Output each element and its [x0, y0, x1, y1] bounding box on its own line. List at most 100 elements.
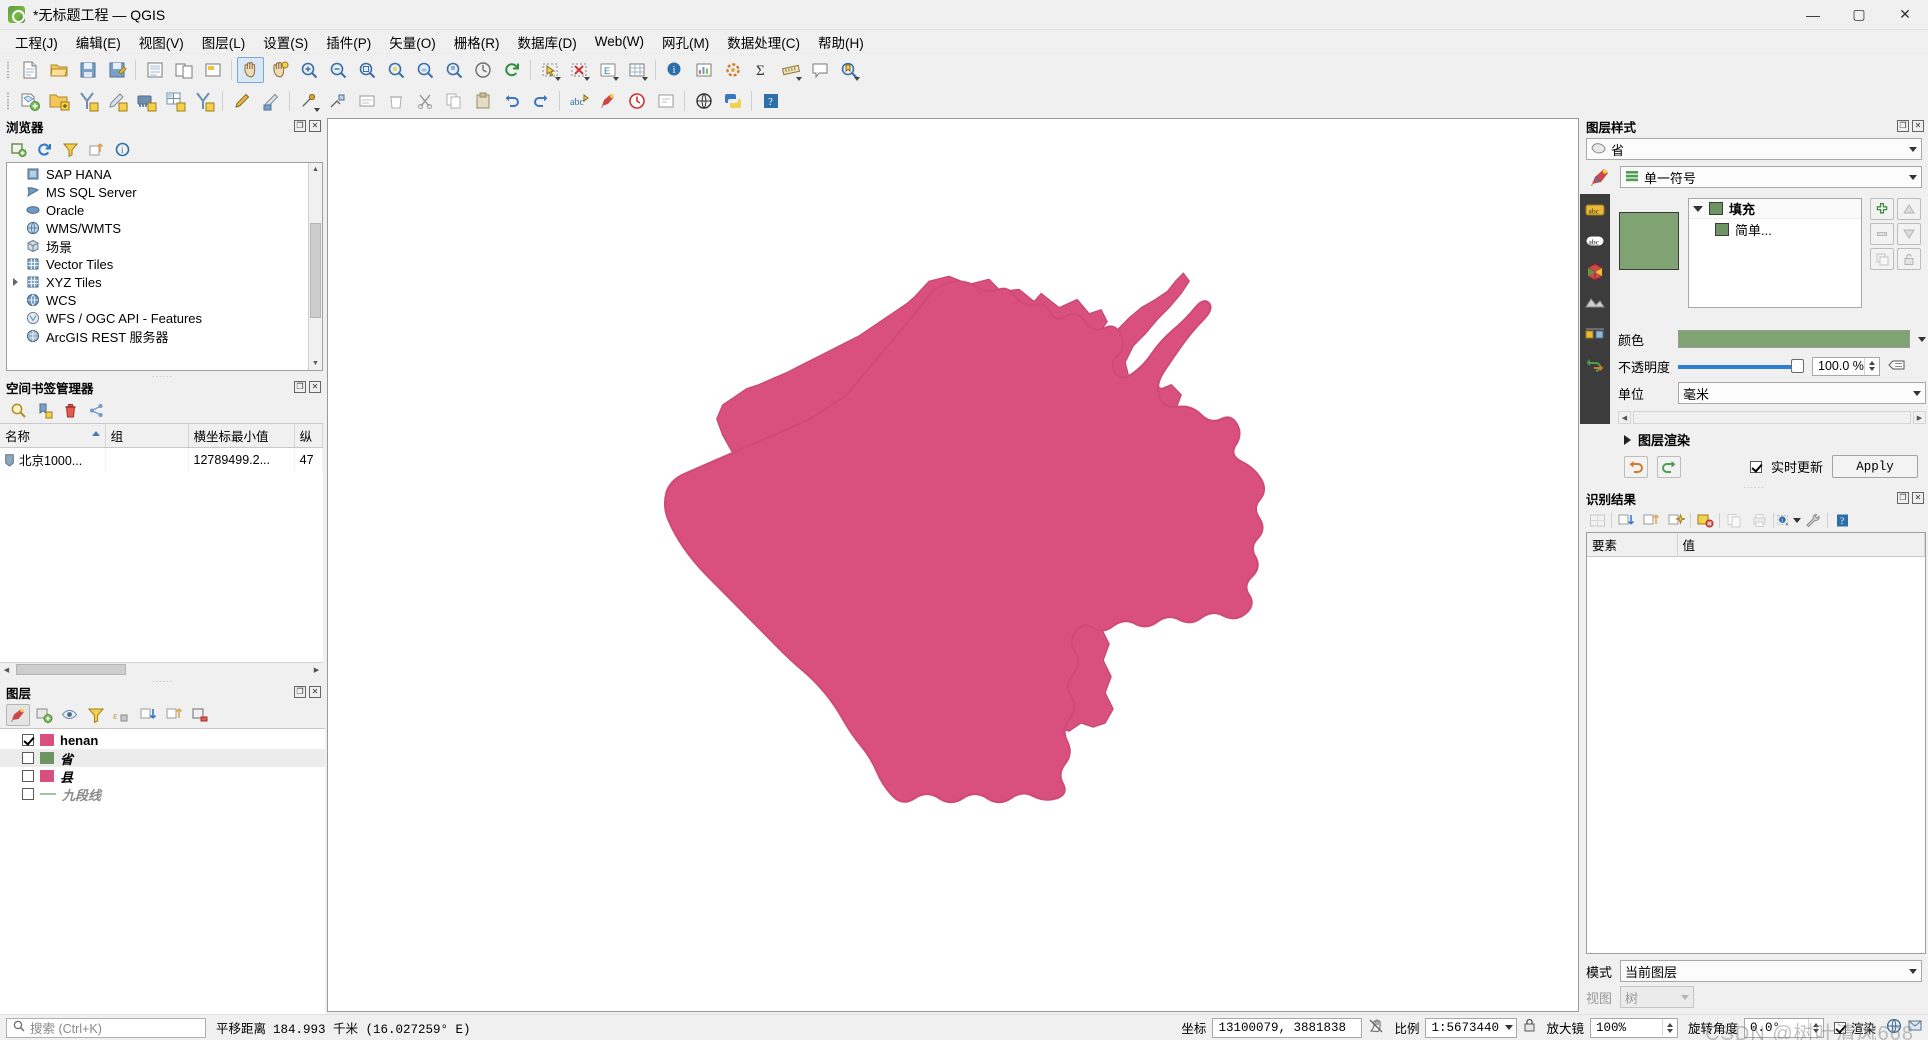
identify-float-button[interactable]: ❐	[1897, 492, 1909, 504]
rotation-spinbox[interactable]: 0.0°	[1743, 1017, 1824, 1038]
lock-icon[interactable]	[1897, 248, 1921, 270]
identify-close-button[interactable]: ✕	[1912, 492, 1924, 504]
menu-help[interactable]: 帮助(H)	[809, 29, 873, 55]
menu-project[interactable]: 工程(J)	[6, 29, 67, 55]
new-mesh-layer-button[interactable]	[132, 88, 159, 114]
select-value-tool-button[interactable]	[652, 88, 679, 114]
move-down-icon[interactable]	[1897, 223, 1921, 245]
color-dropdown-icon[interactable]	[1918, 336, 1926, 342]
crs-status[interactable]	[1886, 1018, 1922, 1038]
browser-item-ms-sql-server[interactable]: MS SQL Server	[7, 183, 306, 201]
browser-item-arcgis-rest[interactable]: ArcGIS REST 服务器	[7, 327, 306, 345]
select-features-button[interactable]	[536, 57, 563, 83]
scroll-left-icon[interactable]: ◀	[0, 663, 13, 676]
scroll-left-icon[interactable]: ◀	[1618, 411, 1631, 424]
chevron-down-icon[interactable]	[555, 76, 561, 81]
processing-toolbox-button[interactable]	[719, 57, 746, 83]
scale-combo[interactable]: 1:5673440	[1425, 1017, 1518, 1038]
refresh-map-button[interactable]	[498, 57, 525, 83]
move-up-icon[interactable]	[1897, 198, 1921, 220]
bookmarks-table[interactable]: 名称 组 横坐标最小值 纵 北京1000... 12789499.2... 47	[0, 424, 324, 472]
layer-visibility-checkbox[interactable]	[22, 788, 34, 800]
layer-row-nine-dash-line[interactable]: 九段线	[0, 785, 325, 803]
toggle-editing-button[interactable]	[228, 88, 255, 114]
settings-wrench-icon[interactable]	[1802, 510, 1824, 530]
osm-place-search-button[interactable]	[690, 88, 717, 114]
menu-mesh[interactable]: 网孔(M)	[653, 29, 718, 55]
symbol-layer-tree[interactable]: 填充 简单...	[1688, 198, 1862, 308]
map-canvas[interactable]	[327, 118, 1579, 1012]
zoom-out-button[interactable]	[324, 57, 351, 83]
coordinate-field[interactable]: 13100079, 3881838	[1212, 1017, 1363, 1038]
chevron-down-icon[interactable]	[1681, 994, 1690, 1000]
apply-button[interactable]: Apply	[1832, 455, 1918, 478]
statistical-summary-button[interactable]	[690, 57, 717, 83]
new-project-button[interactable]	[16, 57, 43, 83]
vertex-tool-button[interactable]	[324, 88, 351, 114]
bookmarks-float-button[interactable]: ❐	[294, 381, 306, 393]
add-symbol-layer-icon[interactable]	[1870, 198, 1894, 220]
history-icon[interactable]	[1584, 323, 1606, 345]
help-button[interactable]: ?	[757, 88, 784, 114]
styling-close-button[interactable]: ✕	[1912, 120, 1924, 132]
styling-float-button[interactable]: ❐	[1897, 120, 1909, 132]
new-spatialite-layer-button[interactable]	[74, 88, 101, 114]
new-shapefile-layer-button[interactable]	[16, 88, 43, 114]
delete-bookmark-icon[interactable]	[58, 399, 82, 421]
zoom-last-button[interactable]	[469, 57, 496, 83]
zoom-to-layer-button[interactable]	[411, 57, 438, 83]
view-combo[interactable]: 树	[1620, 986, 1695, 1008]
scrollbar-thumb[interactable]	[310, 223, 321, 318]
chevron-down-icon[interactable]	[796, 76, 802, 81]
spin-arrows[interactable]	[1863, 357, 1879, 375]
layer-visibility-checkbox[interactable]	[22, 734, 34, 746]
duplicate-icon[interactable]	[1870, 248, 1894, 270]
identify-mode-icon[interactable]: i	[1777, 510, 1801, 530]
expand-all-icon[interactable]	[1615, 510, 1637, 530]
column-value[interactable]: 值	[1677, 533, 1925, 557]
spin-arrows[interactable]	[1807, 1019, 1823, 1036]
browser-item-xyz-tiles[interactable]: XYZ Tiles	[7, 273, 306, 291]
menu-vector[interactable]: 矢量(O)	[380, 29, 445, 55]
add-layer-icon[interactable]	[6, 138, 30, 160]
opacity-slider[interactable]	[1678, 357, 1804, 375]
new-temporary-scratch-layer-button[interactable]	[103, 88, 130, 114]
labels-abc-icon[interactable]: abc	[1584, 199, 1606, 221]
column-ymin[interactable]: 纵	[294, 424, 324, 448]
coordinate-capture-icon[interactable]	[1368, 1018, 1384, 1038]
column-feature[interactable]: 要素	[1587, 533, 1678, 557]
chevron-down-icon[interactable]	[584, 76, 590, 81]
bookmarks-close-button[interactable]: ✕	[309, 381, 321, 393]
share-bookmark-icon[interactable]	[84, 399, 108, 421]
highlight-icon[interactable]	[1665, 510, 1687, 530]
layer-visibility-checkbox[interactable]	[22, 770, 34, 782]
chevron-down-icon[interactable]	[642, 76, 648, 81]
deselect-features-button[interactable]	[565, 57, 592, 83]
chevron-down-icon[interactable]	[1793, 517, 1801, 523]
layer-visibility-checkbox[interactable]	[22, 752, 34, 764]
layout-manager-button[interactable]	[170, 57, 197, 83]
help-icon[interactable]: ?	[1831, 510, 1853, 530]
temporal-controller-button[interactable]	[623, 88, 650, 114]
undo-button[interactable]	[498, 88, 525, 114]
select-by-expression-button[interactable]: E	[594, 57, 621, 83]
browser-item-oracle[interactable]: Oracle	[7, 201, 306, 219]
scroll-up-icon[interactable]: ▲	[309, 163, 322, 176]
render-checkbox[interactable]	[1833, 1021, 1846, 1034]
browser-vertical-scrollbar[interactable]: ▲ ▼	[308, 163, 322, 370]
manage-visibility-icon[interactable]	[58, 704, 1927, 1039]
menu-raster[interactable]: 栅格(R)	[445, 29, 509, 55]
column-group[interactable]: 组	[105, 424, 189, 448]
color-swatch-button[interactable]	[1678, 330, 1910, 348]
live-update-checkbox[interactable]	[1749, 460, 1762, 473]
layer-row-province[interactable]: 省	[0, 749, 325, 767]
modify-attributes-button[interactable]	[353, 88, 380, 114]
spin-arrows[interactable]	[1661, 1019, 1677, 1036]
identify-features-button[interactable]: i	[661, 57, 688, 83]
save-layer-edits-button[interactable]	[257, 88, 284, 114]
browser-tree[interactable]: SAP HANA MS SQL Server Oracle WMS/WMTS 场…	[6, 162, 323, 371]
layers-tree[interactable]: henan 省 县 九段线	[0, 728, 325, 1014]
new-print-layout-button[interactable]	[141, 57, 168, 83]
chevron-down-icon[interactable]	[1909, 146, 1917, 152]
collapse-triangle-icon[interactable]	[1693, 205, 1703, 212]
